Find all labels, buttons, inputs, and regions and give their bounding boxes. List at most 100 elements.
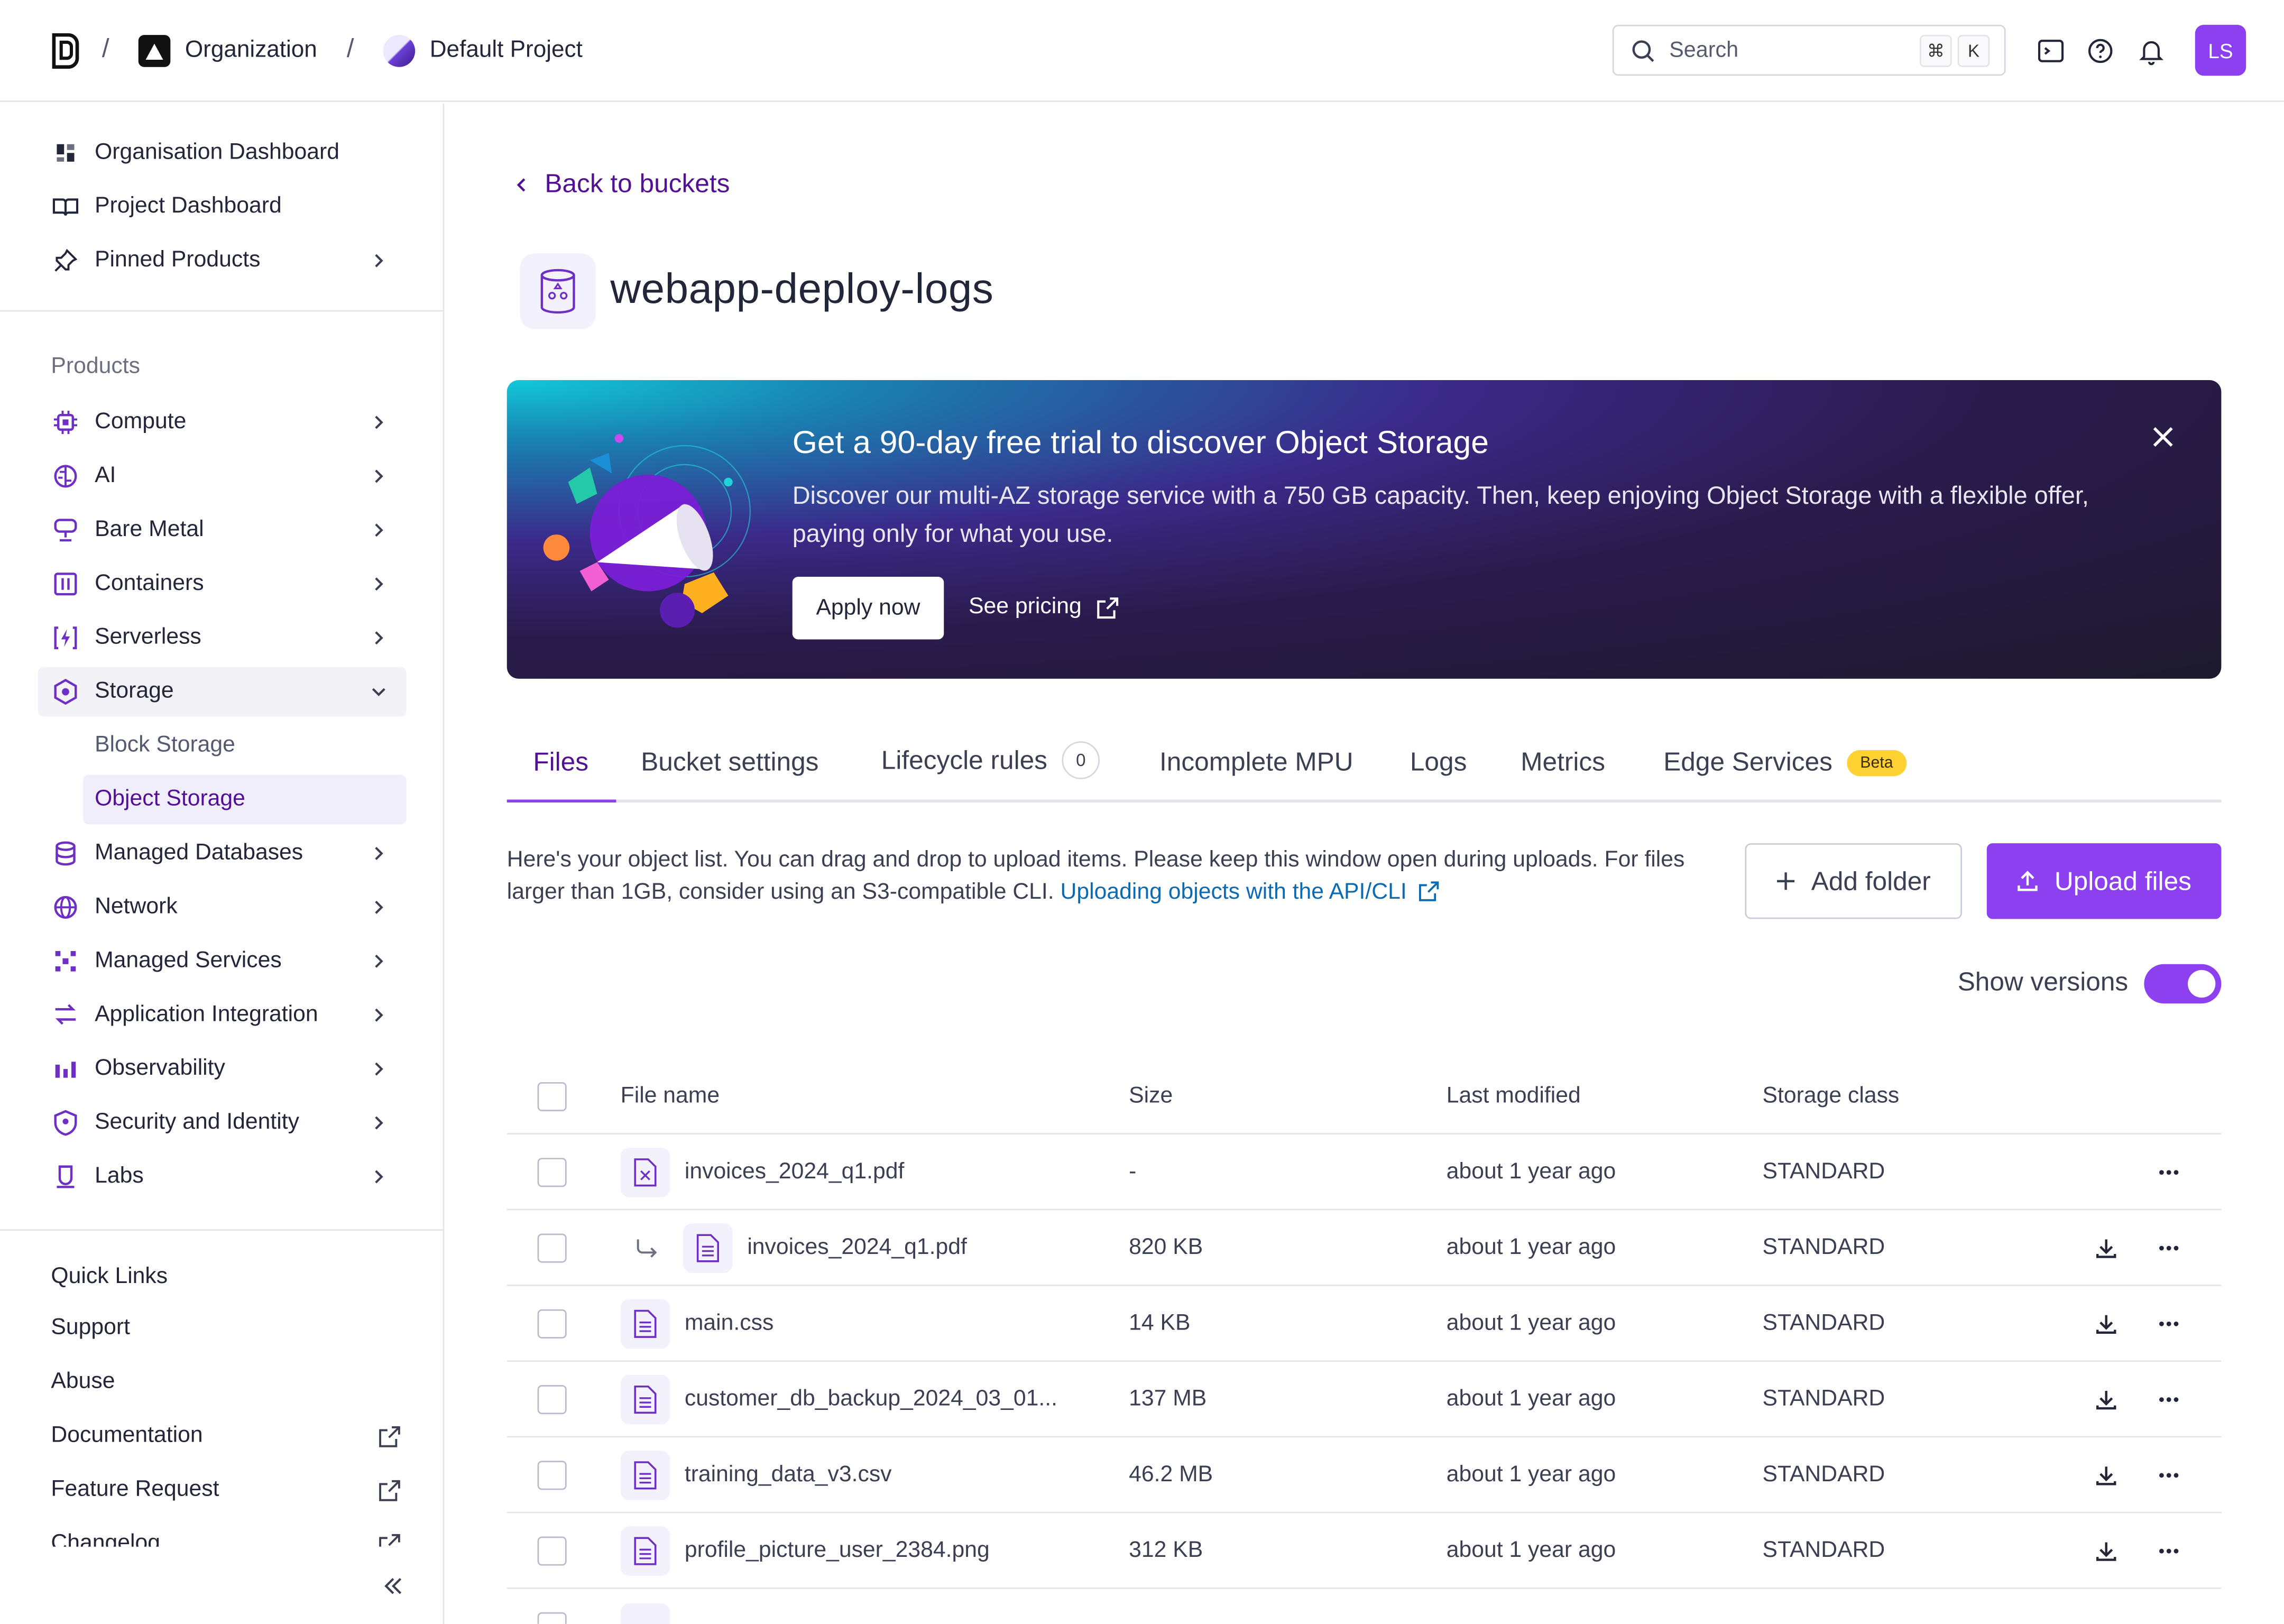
book-icon [51,192,80,222]
brand-logo-icon[interactable] [48,32,80,70]
row-checkbox[interactable] [537,1385,567,1415]
sidebar-item-managed-databases[interactable]: Managed Databases [38,829,407,879]
sidebar-item-containers[interactable]: Containers [38,559,407,609]
sidebar-item-label: Organisation Dashboard [95,140,340,165]
help-icon[interactable] [2086,36,2115,66]
row-checkbox[interactable] [537,1233,567,1263]
quick-link-abuse[interactable]: Abuse [51,1369,400,1396]
tab-logs[interactable]: Logs [1410,747,1467,778]
column-file-name[interactable]: File name [621,1059,720,1134]
external-link-icon [379,1479,400,1501]
tab-files[interactable]: Files [533,747,588,778]
sidebar-subitem-object-storage[interactable]: Object Storage [83,774,407,825]
quick-link-support[interactable]: Support [51,1315,400,1342]
banner-title: Get a 90-day free trial to discover Obje… [792,423,1489,460]
column-size[interactable]: Size [1129,1059,1173,1134]
quick-link-feature-request[interactable]: Feature Request [51,1477,400,1503]
lifecycle-count-badge: 0 [1062,741,1100,779]
sidebar-item-bare-metal[interactable]: Bare Metal [38,505,407,555]
chevron-right-icon [375,1170,383,1184]
table-row[interactable]: training_data_v3.csv 46.2 MB about 1 yea… [506,1437,2222,1514]
chevron-right-icon [375,469,383,483]
row-checkbox[interactable] [537,1536,567,1566]
download-icon[interactable] [2095,1388,2118,1411]
select-all-checkbox[interactable] [537,1082,567,1112]
download-icon[interactable] [2095,1539,2118,1563]
breadcrumb-project[interactable]: Default Project [383,35,583,67]
more-options-icon[interactable] [2157,1161,2180,1184]
sidebar-item-security-and-identity[interactable]: Security and Identity [38,1098,407,1148]
file-last-modified: about 1 year ago [1446,1386,1616,1411]
table-row[interactable]: profile_picture_user_2384.png 312 KB abo… [506,1513,2222,1589]
sidebar-item-label: Containers [95,570,204,596]
more-options-icon[interactable] [2157,1237,2180,1260]
file-name-cell[interactable]: invoices_2024_q1.pdf [683,1210,967,1286]
file-name-cell[interactable]: training_data_v3.csv [620,1437,892,1513]
show-versions-toggle[interactable] [2144,964,2222,1004]
sidebar-item-application-integration[interactable]: Application Integration [38,990,407,1040]
tab-edge-services[interactable]: Edge Services Beta [1663,747,1907,778]
close-icon[interactable] [2150,424,2176,450]
upload-icon [2018,871,2038,891]
sidebar-item-compute[interactable]: Compute [38,398,407,447]
table-row-partial[interactable] [507,1589,2222,1624]
see-pricing-link[interactable]: See pricing [969,594,1118,621]
more-options-icon[interactable] [2157,1464,2180,1487]
tab-incomplete-mpu[interactable]: Incomplete MPU [1159,747,1353,778]
sidebar-item-network[interactable]: Network [38,883,407,933]
more-options-icon[interactable] [2157,1312,2180,1335]
bucket-tabs: Files Bucket settings Lifecycle rules 0 … [506,715,2222,803]
row-checkbox[interactable] [537,1158,567,1187]
terminal-icon[interactable] [2036,36,2065,66]
sidebar-item-pinned-products[interactable]: Pinned Products [38,236,407,285]
table-row[interactable]: invoices_2024_q1.pdf - about 1 year ago … [506,1134,2222,1211]
sidebar-item-labs[interactable]: Labs [38,1152,407,1202]
download-icon[interactable] [2095,1312,2118,1335]
project-label: Default Project [429,38,583,63]
sidebar-item-organisation-dashboard[interactable]: Organisation Dashboard [38,128,407,178]
quick-link-documentation[interactable]: Documentation [51,1423,400,1450]
download-icon[interactable] [2095,1237,2118,1260]
file-last-modified: about 1 year ago [1446,1235,1616,1260]
file-name-cell[interactable]: invoices_2024_q1.pdf [620,1134,904,1210]
tab-bucket-settings[interactable]: Bucket settings [641,747,818,778]
apply-now-button[interactable]: Apply now [792,576,944,640]
object-list-intro: Here's your object list. You can drag an… [507,845,1716,909]
bell-icon[interactable] [2137,36,2166,66]
sidebar-item-serverless[interactable]: Serverless [38,613,407,663]
user-avatar[interactable]: LS [2195,24,2246,76]
breadcrumb-organization[interactable]: Organization [138,35,317,67]
sidebar-item-observability[interactable]: Observability [38,1044,407,1094]
file-name-cell[interactable]: profile_picture_user_2384.png [620,1513,990,1589]
globe-icon [51,893,80,922]
file-name-cell[interactable]: main.css [620,1286,773,1362]
quick-link-label: Abuse [51,1369,115,1394]
back-to-buckets-link[interactable]: Back to buckets [513,169,730,200]
sidebar-item-project-dashboard[interactable]: Project Dashboard [38,182,407,232]
row-checkbox[interactable] [537,1461,567,1490]
sidebar-item-storage[interactable]: Storage [38,667,407,717]
column-storage-class[interactable]: Storage class [1763,1059,1900,1134]
download-icon[interactable] [2095,1464,2118,1487]
table-row[interactable]: main.css 14 KB about 1 year ago STANDARD [506,1286,2222,1362]
collapse-sidebar-icon[interactable] [382,1574,405,1598]
tab-lifecycle-rules[interactable]: Lifecycle rules 0 [881,741,1100,779]
sidebar-item-ai[interactable]: AI [38,451,407,501]
file-name-cell[interactable]: customer_db_backup_2024_03_01... [620,1362,1057,1437]
tab-metrics[interactable]: Metrics [1521,747,1605,778]
more-options-icon[interactable] [2157,1388,2180,1411]
sidebar-subitem-block-storage[interactable]: Block Storage [83,721,407,771]
search-input[interactable]: Search ⌘ K [1612,24,2006,76]
more-options-icon[interactable] [2157,1539,2180,1563]
row-checkbox[interactable] [537,1309,567,1339]
column-last-modified[interactable]: Last modified [1447,1059,1581,1134]
upload-files-button[interactable]: Upload files [1986,843,2222,919]
api-cli-docs-link[interactable]: Uploading objects with the API/CLI [1061,880,1440,905]
table-row[interactable]: invoices_2024_q1.pdf 820 KB about 1 year… [506,1210,2222,1286]
file-size: 137 MB [1129,1386,1207,1411]
quick-link-changelog[interactable]: Changelog [51,1531,400,1547]
sidebar-item-managed-services[interactable]: Managed Services [38,936,407,986]
table-row[interactable]: customer_db_backup_2024_03_01... 137 MB … [506,1362,2222,1438]
row-checkbox[interactable] [537,1612,567,1624]
add-folder-button[interactable]: Add folder [1745,843,1962,919]
